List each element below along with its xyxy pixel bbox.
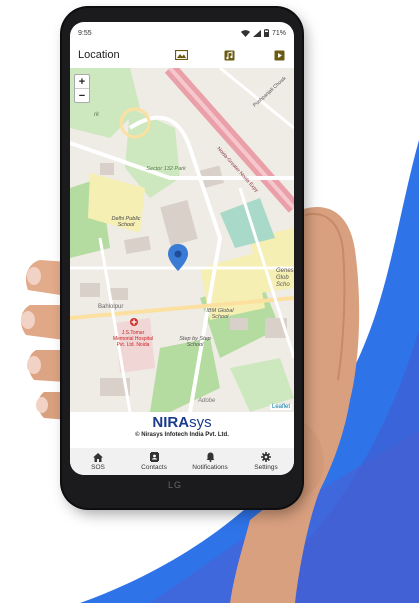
nav-label-settings: Settings — [254, 464, 278, 471]
map-label-hospital: J.S.Tomar Memorial Hospital Pvt. Ltd. No… — [112, 330, 153, 348]
map-label-park: rk — [94, 112, 99, 118]
map-label-bahlolpur: Bahlolpur — [98, 304, 124, 310]
map-view[interactable]: Sector 132 Park Delhi Public School Bahl… — [70, 68, 294, 412]
brand-footer: NIRAsys © Nirasys Infotech India Pvt. Lt… — [70, 412, 294, 448]
play-icon — [274, 50, 284, 60]
app-bar: Location — [70, 44, 294, 66]
zoom-out-button[interactable]: − — [75, 88, 89, 102]
signal-icon — [252, 29, 261, 37]
battery-icon — [263, 29, 269, 37]
gallery-button[interactable] — [174, 49, 188, 61]
map-label-sector: Sector 132 Park — [146, 166, 186, 172]
nav-label-contacts: Contacts — [141, 464, 167, 471]
nav-item-sos[interactable]: SOS — [73, 452, 123, 471]
contacts-icon — [149, 452, 159, 462]
zoom-control: + − — [74, 74, 90, 103]
bell-icon — [206, 452, 214, 462]
gallery-icon — [174, 50, 188, 60]
phone-screen: 9:55 71% Location Sector 132 Park Delhi … — [70, 22, 294, 475]
zoom-in-button[interactable]: + — [75, 75, 89, 88]
status-time: 9:55 — [78, 29, 92, 37]
home-icon — [93, 452, 103, 462]
page-title: Location — [78, 49, 120, 61]
brand-logo: NIRAsys — [152, 414, 212, 431]
phone-brand: LG — [168, 480, 183, 490]
nav-label-sos: SOS — [91, 463, 105, 471]
map-label-genesis: Genes Glob Scho — [276, 268, 294, 288]
gear-icon — [261, 452, 271, 462]
nav-label-notifications: Notifications — [192, 464, 228, 471]
map-label-step: Step by Step School — [179, 336, 211, 348]
battery-level: 71% — [271, 29, 286, 37]
map-label-dps: Delhi Public School — [111, 216, 141, 228]
wifi-icon — [240, 29, 250, 37]
play-button[interactable] — [272, 49, 286, 61]
copyright-text: © Nirasys Infotech India Pvt. Ltd. — [135, 432, 229, 438]
leaflet-link[interactable]: Leaflet — [272, 404, 290, 410]
map-attribution[interactable]: Leaflet — [269, 404, 292, 410]
music-button[interactable] — [222, 49, 236, 61]
nav-item-contacts[interactable]: Contacts — [129, 452, 179, 471]
map-label-ibm: IBM Global School — [206, 308, 234, 320]
bottom-nav: SOS Contacts Notifications Settings — [70, 448, 294, 475]
map-tiles — [70, 68, 294, 412]
music-note-icon — [224, 50, 234, 60]
status-bar: 9:55 71% — [70, 22, 294, 44]
nav-item-notifications[interactable]: Notifications — [185, 452, 235, 471]
nav-item-settings[interactable]: Settings — [241, 452, 291, 471]
map-label-adobe: Adobe — [198, 398, 216, 404]
